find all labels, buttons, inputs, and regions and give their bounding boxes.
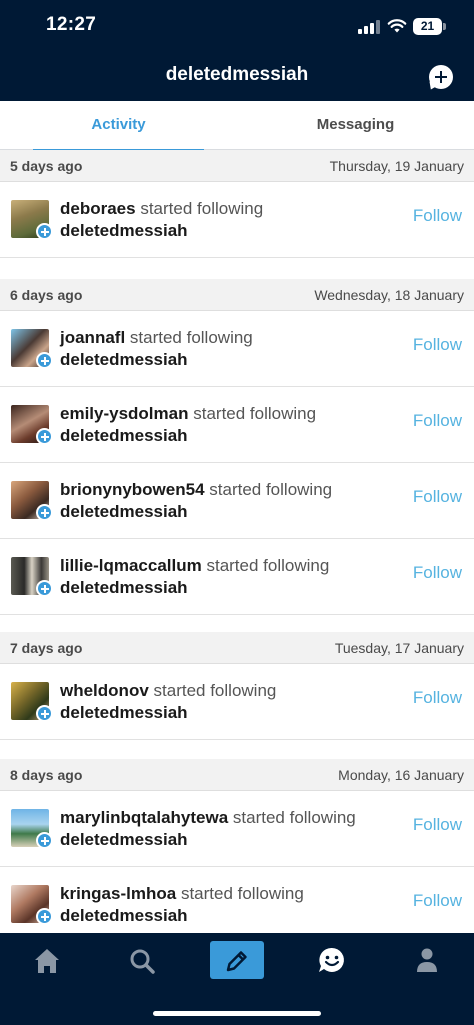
follow-button[interactable]: Follow <box>413 563 462 583</box>
follow-button[interactable]: Follow <box>413 335 462 355</box>
search-icon <box>130 949 155 974</box>
chat-smiley-icon <box>319 947 344 972</box>
follow-badge-icon <box>36 705 53 722</box>
target-blog[interactable]: deletedmessiah <box>60 221 188 241</box>
follow-badge-icon <box>36 908 53 925</box>
target-blog[interactable]: deletedmessiah <box>60 502 188 522</box>
follow-button[interactable]: Follow <box>413 891 462 911</box>
list-item[interactable]: deboraes started following deletedmessia… <box>0 182 474 258</box>
target-blog[interactable]: deletedmessiah <box>60 578 188 598</box>
target-blog[interactable]: deletedmessiah <box>60 703 188 723</box>
follow-badge-icon <box>36 428 53 445</box>
full-date: Monday, 16 January <box>338 767 464 783</box>
follow-button[interactable]: Follow <box>413 487 462 507</box>
tab-messaging[interactable]: Messaging <box>270 101 441 150</box>
activity-text: started following <box>153 681 277 700</box>
relative-date: 5 days ago <box>10 158 83 174</box>
relative-date: 6 days ago <box>10 287 83 303</box>
list-item[interactable]: emily-ysdolman started following deleted… <box>0 387 474 463</box>
username[interactable]: joannafl <box>60 328 125 347</box>
follow-badge-icon <box>36 223 53 240</box>
tab-bar: Activity Messaging <box>0 101 474 151</box>
follow-button[interactable]: Follow <box>413 815 462 835</box>
list-item[interactable]: wheldonov started following deletedmessi… <box>0 664 474 740</box>
follow-button[interactable]: Follow <box>413 411 462 431</box>
tab-activity[interactable]: Activity <box>33 101 204 151</box>
page-title: deletedmessiah <box>165 64 309 85</box>
follow-button[interactable]: Follow <box>413 688 462 708</box>
list-item[interactable]: marylinbqtalahytewa started following de… <box>0 791 474 867</box>
day-section: 8 days ago Monday, 16 January marylinbqt… <box>0 759 474 943</box>
nav-search-button[interactable] <box>112 933 172 989</box>
follow-badge-icon <box>36 352 53 369</box>
username[interactable]: wheldonov <box>60 681 149 700</box>
pencil-icon <box>226 951 247 972</box>
activity-feed[interactable]: 5 days ago Thursday, 19 January deboraes… <box>0 150 474 943</box>
full-date: Wednesday, 18 January <box>314 287 464 303</box>
section-header: 7 days ago Tuesday, 17 January <box>0 632 474 664</box>
follow-button[interactable]: Follow <box>413 206 462 226</box>
home-indicator[interactable] <box>153 1011 321 1016</box>
relative-date: 7 days ago <box>10 640 83 656</box>
nav-profile-button[interactable] <box>397 933 457 989</box>
cellular-signal-icon <box>358 20 380 34</box>
section-header: 8 days ago Monday, 16 January <box>0 759 474 791</box>
section-header: 6 days ago Wednesday, 18 January <box>0 279 474 311</box>
activity-text: started following <box>209 480 333 499</box>
follow-badge-icon <box>36 504 53 521</box>
target-blog[interactable]: deletedmessiah <box>60 350 188 370</box>
username[interactable]: deboraes <box>60 199 136 218</box>
relative-date: 8 days ago <box>10 767 83 783</box>
username[interactable]: marylinbqtalahytewa <box>60 808 228 827</box>
target-blog[interactable]: deletedmessiah <box>60 906 188 926</box>
section-header: 5 days ago Thursday, 19 January <box>0 150 474 182</box>
full-date: Thursday, 19 January <box>329 158 464 174</box>
list-item[interactable]: kringas-lmhoa started following deletedm… <box>0 867 474 943</box>
username[interactable]: lillie-lqmaccallum <box>60 556 202 575</box>
home-icon <box>35 949 59 973</box>
follow-badge-icon <box>36 832 53 849</box>
wifi-icon <box>387 19 407 33</box>
username[interactable]: kringas-lmhoa <box>60 884 176 903</box>
target-blog[interactable]: deletedmessiah <box>60 426 188 446</box>
new-message-button[interactable] <box>429 65 453 89</box>
username[interactable]: brionynybowen54 <box>60 480 205 499</box>
list-item[interactable]: lillie-lqmaccallum started following del… <box>0 539 474 615</box>
clock: 12:27 <box>46 14 97 35</box>
create-post-button[interactable] <box>210 941 264 979</box>
day-section: 7 days ago Tuesday, 17 January wheldonov… <box>0 632 474 740</box>
day-section: 5 days ago Thursday, 19 January deboraes… <box>0 150 474 258</box>
list-item[interactable]: brionynybowen54 started following delete… <box>0 463 474 539</box>
activity-text: started following <box>232 808 356 827</box>
battery-level: 21 <box>420 19 435 33</box>
day-section: 6 days ago Wednesday, 18 January joannaf… <box>0 279 474 615</box>
battery-icon: 21 <box>413 18 446 35</box>
target-blog[interactable]: deletedmessiah <box>60 830 188 850</box>
full-date: Tuesday, 17 January <box>334 640 464 656</box>
username[interactable]: emily-ysdolman <box>60 404 189 423</box>
nav-home-button[interactable] <box>17 933 77 989</box>
list-item[interactable]: joannafl started following deletedmessia… <box>0 311 474 387</box>
nav-activity-button[interactable] <box>302 933 362 989</box>
activity-text: started following <box>206 556 330 575</box>
activity-text: started following <box>140 199 264 218</box>
app-header: 12:27 21 deletedmessiah <box>0 0 474 101</box>
status-bar: 12:27 21 <box>0 0 474 52</box>
person-icon <box>417 948 437 972</box>
activity-text: started following <box>193 404 317 423</box>
activity-screen: 12:27 21 deletedmessiah Activity Messagi… <box>0 0 474 1025</box>
activity-text: started following <box>180 884 304 903</box>
follow-badge-icon <box>36 580 53 597</box>
activity-text: started following <box>129 328 253 347</box>
